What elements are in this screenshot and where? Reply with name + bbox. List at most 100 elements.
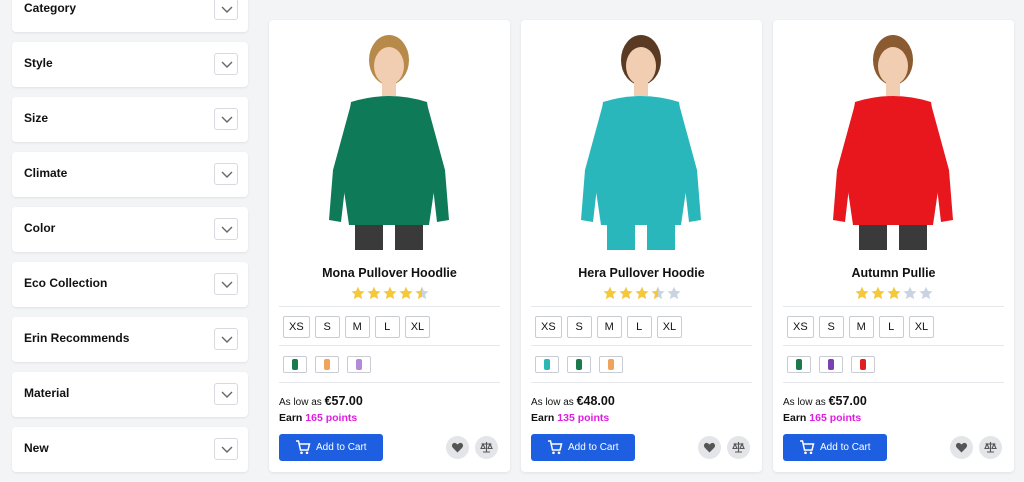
size-option[interactable]: XS [535,316,562,338]
star-icon [634,286,649,300]
filter-climate[interactable]: Climate [12,152,248,197]
chevron-down-icon[interactable] [214,163,238,185]
reward-points: Earn 165 points [783,412,861,424]
product-name[interactable]: Autumn Pullie [773,266,1014,280]
scale-compare-icon [480,442,493,453]
product-name[interactable]: Mona Pullover Hoodlie [269,266,510,280]
color-swatch[interactable] [851,356,875,373]
size-option[interactable]: L [878,316,904,338]
size-option[interactable]: S [314,316,340,338]
add-to-cart-label: Add to Cart [568,442,619,453]
star-icon [650,286,665,300]
color-swatch[interactable] [599,356,623,373]
product-name[interactable]: Hera Pullover Hoodie [521,266,762,280]
add-to-cart-label: Add to Cart [820,442,871,453]
star-icon [602,286,617,300]
size-option[interactable]: S [818,316,844,338]
product-card[interactable]: Hera Pullover Hoodie XS S M L XL As low as €… [521,20,762,472]
size-option[interactable]: XL [404,316,431,338]
divider [279,345,500,346]
price-value: €48.00 [576,394,615,408]
chevron-down-icon[interactable] [214,438,238,460]
price: As low as €48.00 [531,394,615,408]
filter-label: Color [24,221,56,235]
chevron-down-icon[interactable] [214,273,238,295]
divider [783,345,1004,346]
product-card[interactable]: Mona Pullover Hoodlie XS S M L XL As low as … [269,20,510,472]
divider [279,306,500,307]
star-icon [350,286,365,300]
rating-stars [269,286,510,303]
filter-label: Style [24,56,53,70]
size-options: XS S M L XL [283,316,435,338]
rating-stars [773,286,1014,303]
price-prefix: As low as [531,397,574,408]
chevron-down-icon[interactable] [214,108,238,130]
size-option[interactable]: M [344,316,370,338]
add-to-cart-button[interactable]: Add to Cart [279,434,383,461]
reward-points: Earn 165 points [279,412,357,424]
product-image[interactable] [541,20,741,250]
product-image[interactable] [289,20,489,250]
size-option[interactable]: M [848,316,874,338]
points-value: 165 points [809,412,862,424]
filter-category[interactable]: Category [12,0,248,32]
size-option[interactable]: XL [656,316,683,338]
wishlist-button[interactable] [950,436,973,459]
divider [531,345,752,346]
chevron-down-icon[interactable] [214,0,238,20]
size-option[interactable]: L [374,316,400,338]
star-icon [398,286,413,300]
star-icon [414,286,429,300]
filter-material[interactable]: Material [12,372,248,417]
product-image[interactable] [793,20,993,250]
chevron-down-icon[interactable] [214,218,238,240]
color-swatches [787,356,883,378]
compare-button[interactable] [475,436,498,459]
filter-style[interactable]: Style [12,42,248,87]
divider [783,306,1004,307]
color-swatch[interactable] [787,356,811,373]
size-option[interactable]: M [596,316,622,338]
color-swatches [283,356,379,378]
filter-new[interactable]: New [12,427,248,472]
color-swatches [535,356,631,378]
star-icon [854,286,869,300]
star-icon [618,286,633,300]
filter-eco-collection[interactable]: Eco Collection [12,262,248,307]
size-option[interactable]: XS [787,316,814,338]
size-option[interactable]: L [626,316,652,338]
cart-icon [800,440,815,455]
chevron-down-icon[interactable] [214,328,238,350]
size-option[interactable]: XS [283,316,310,338]
chevron-down-icon[interactable] [214,383,238,405]
color-swatch[interactable] [567,356,591,373]
color-swatch[interactable] [819,356,843,373]
earn-label: Earn [783,412,807,424]
star-icon [918,286,933,300]
color-swatch[interactable] [535,356,559,373]
filter-label: Category [24,1,77,15]
heart-icon [703,442,716,453]
add-to-cart-button[interactable]: Add to Cart [531,434,635,461]
wishlist-button[interactable] [446,436,469,459]
filter-erin-recommends[interactable]: Erin Recommends [12,317,248,362]
filter-size[interactable]: Size [12,97,248,142]
wishlist-button[interactable] [698,436,721,459]
star-icon [366,286,381,300]
size-option[interactable]: S [566,316,592,338]
color-swatch[interactable] [283,356,307,373]
add-to-cart-button[interactable]: Add to Cart [783,434,887,461]
color-swatch[interactable] [347,356,371,373]
product-card[interactable]: Autumn Pullie XS S M L XL As low as €57.00 E… [773,20,1014,472]
divider [531,306,752,307]
price-value: €57.00 [828,394,867,408]
filter-color[interactable]: Color [12,207,248,252]
color-swatch[interactable] [315,356,339,373]
compare-button[interactable] [979,436,1002,459]
price-value: €57.00 [324,394,363,408]
points-value: 135 points [557,412,610,424]
chevron-down-icon[interactable] [214,53,238,75]
size-option[interactable]: XL [908,316,935,338]
compare-button[interactable] [727,436,750,459]
